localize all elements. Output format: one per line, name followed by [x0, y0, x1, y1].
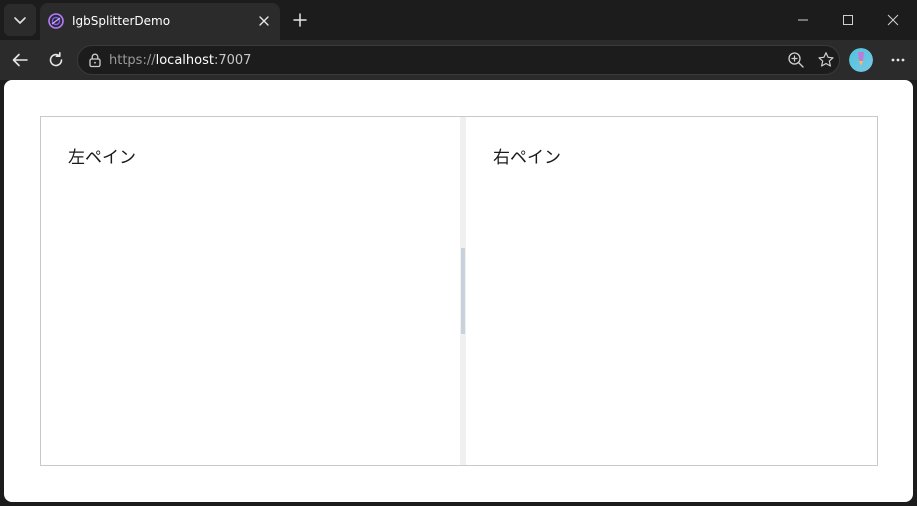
- avatar-icon: [849, 48, 873, 72]
- right-pane: 右ペイン: [466, 117, 877, 465]
- maximize-button[interactable]: [826, 4, 870, 36]
- tab-close-button[interactable]: [256, 13, 272, 29]
- url-text[interactable]: https://localhost:7007: [109, 53, 251, 69]
- tab-bar: IgbSplitterDemo: [0, 0, 917, 40]
- settings-more-button[interactable]: [884, 46, 912, 74]
- url-port: :7007: [213, 53, 252, 68]
- tab-active[interactable]: IgbSplitterDemo: [40, 3, 280, 40]
- left-pane-label: 左ペイン: [68, 148, 136, 168]
- close-window-button[interactable]: [871, 4, 915, 36]
- arrow-left-icon: [12, 53, 28, 67]
- zoom-in-icon[interactable]: [787, 51, 805, 69]
- tab-list-button[interactable]: [4, 4, 36, 36]
- right-pane-label: 右ペイン: [493, 148, 561, 168]
- lock-icon[interactable]: [87, 52, 103, 68]
- star-icon[interactable]: [817, 51, 835, 69]
- minimize-button[interactable]: [781, 4, 825, 36]
- chevron-down-icon: [14, 17, 26, 24]
- url-scheme: https://: [109, 53, 156, 68]
- refresh-icon: [49, 52, 63, 67]
- splitter-drag-handle[interactable]: [461, 248, 465, 334]
- close-icon: [887, 14, 899, 26]
- splitter: 左ペイン 右ペイン: [40, 116, 878, 466]
- profile-avatar[interactable]: [849, 48, 873, 72]
- address-bar[interactable]: https://localhost:7007: [77, 45, 840, 75]
- new-tab-button[interactable]: [288, 8, 312, 32]
- blazor-icon: [48, 13, 64, 29]
- reload-button[interactable]: [42, 46, 70, 74]
- left-pane: 左ペイン: [41, 117, 460, 465]
- maximize-icon: [843, 15, 853, 25]
- more-icon: [891, 58, 905, 62]
- plus-icon: [293, 13, 307, 27]
- back-button[interactable]: [6, 46, 34, 74]
- tab-title: IgbSplitterDemo: [72, 14, 171, 28]
- page-viewport: 左ペイン 右ペイン: [4, 80, 913, 502]
- close-icon: [259, 16, 269, 26]
- minimize-icon: [798, 19, 808, 21]
- url-host: localhost: [155, 53, 214, 68]
